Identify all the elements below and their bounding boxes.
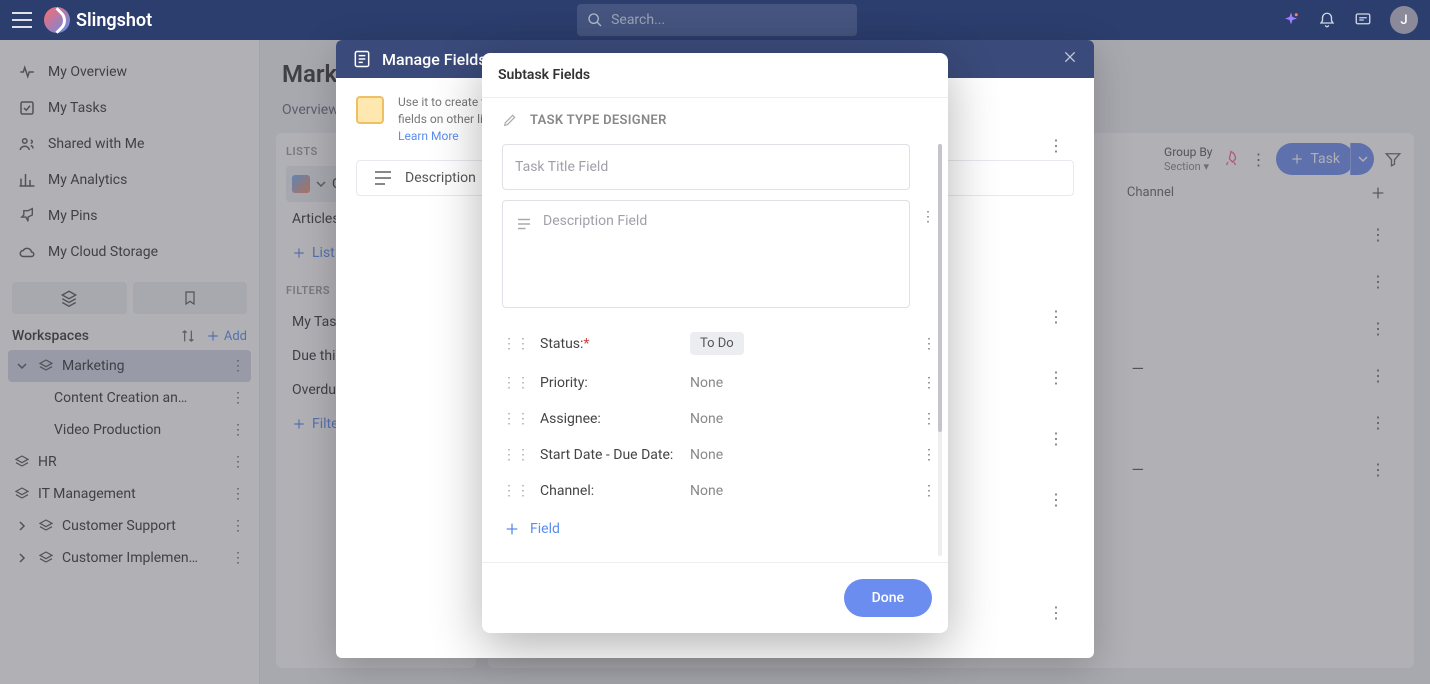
top-bar: Slingshot J [0,0,1430,40]
field-more-icon[interactable]: ⋮ [1048,603,1064,622]
global-search[interactable] [577,4,857,36]
bell-icon[interactable] [1318,11,1336,29]
field-more-icon[interactable]: ⋮ [922,483,936,499]
subtask-fields-modal: Subtask Fields TASK TYPE DESIGNER Task T… [482,53,948,633]
field-more-icon[interactable]: ⋮ [1048,307,1064,326]
description-field-label: Description [405,170,476,186]
field-more-icon[interactable]: ⋮ [922,336,936,352]
field-more-icon[interactable]: ⋮ [1048,429,1064,448]
field-more-icon[interactable]: ⋮ [921,209,935,225]
logo-icon [44,7,70,33]
drag-handle-icon[interactable]: ⋮⋮ [502,447,530,463]
field-more-icon[interactable]: ⋮ [1048,490,1064,509]
add-field[interactable]: Field [502,509,910,549]
field-assignee[interactable]: ⋮⋮ Assignee: None ⋮ [502,401,910,437]
field-more-icon[interactable]: ⋮ [922,447,936,463]
task-title-field[interactable]: Task Title Field [502,144,910,190]
done-button[interactable]: Done [844,579,932,617]
search-input[interactable] [611,12,847,28]
clipboard-icon [356,96,384,124]
manage-fields-info: Use it to create t fields on other lis L… [398,94,489,144]
description-field[interactable]: Description Field ⋮ [502,200,910,308]
field-channel[interactable]: ⋮⋮ Channel: None ⋮ [502,473,910,509]
drag-handle-icon[interactable]: ⋮⋮ [502,411,530,427]
sparkle-icon[interactable] [1282,11,1300,29]
subtask-modal-title: Subtask Fields [482,53,948,98]
fields-icon [352,49,372,69]
pencil-icon [502,112,518,128]
field-more-icon[interactable]: ⋮ [922,375,936,391]
plus-icon [504,521,520,537]
app-logo[interactable]: Slingshot [44,7,152,33]
drag-handle-icon[interactable]: ⋮⋮ [502,336,530,352]
field-more-icon[interactable]: ⋮ [1048,368,1064,387]
field-start-due-date[interactable]: ⋮⋮ Start Date - Due Date: None ⋮ [502,437,910,473]
field-priority[interactable]: ⋮⋮ Priority: None ⋮ [502,365,910,401]
manage-fields-title: Manage Fields [382,50,487,69]
hamburger-icon[interactable] [12,12,32,28]
search-icon [587,12,603,28]
field-more-icon[interactable]: ⋮ [922,411,936,427]
lines-icon [515,215,533,233]
field-status[interactable]: ⋮⋮ Status:* To Do ⋮ [502,322,910,365]
scrollbar[interactable] [938,144,942,556]
app-name: Slingshot [76,10,152,31]
field-more-icon[interactable]: ⋮ [1048,136,1064,155]
designer-label: TASK TYPE DESIGNER [530,113,667,128]
chat-icon[interactable] [1354,11,1372,29]
drag-handle-icon[interactable]: ⋮⋮ [502,375,530,391]
close-icon[interactable] [1062,49,1078,69]
learn-more-link[interactable]: Learn More [398,129,459,143]
lines-icon [371,166,395,190]
drag-handle-icon[interactable]: ⋮⋮ [502,483,530,499]
user-avatar[interactable]: J [1390,6,1418,34]
